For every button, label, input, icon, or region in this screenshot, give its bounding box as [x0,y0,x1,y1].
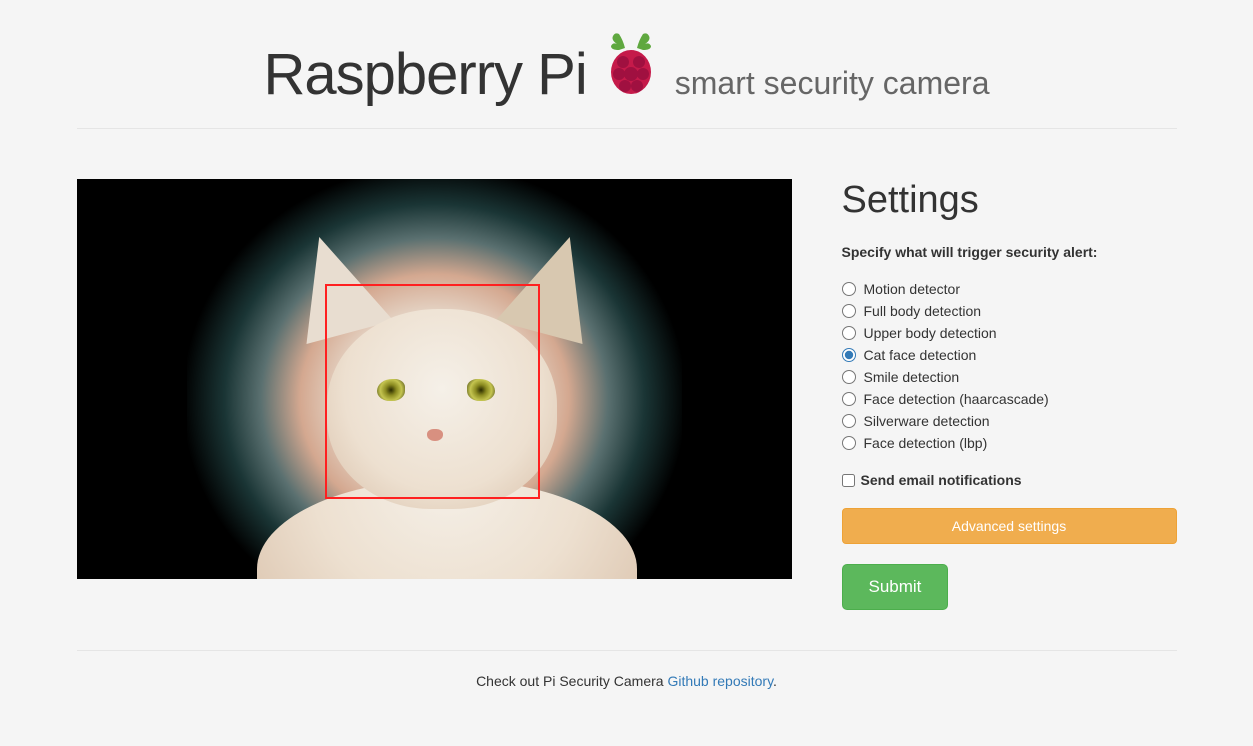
settings-panel: Settings Specify what will trigger secur… [842,179,1177,610]
radio-label: Face detection (haarcascade) [864,391,1049,407]
header-title-main: Raspberry Pi [264,41,587,108]
radio-label: Cat face detection [864,347,977,363]
radio-input[interactable] [842,436,856,450]
submit-button[interactable]: Submit [842,564,949,610]
footer-text-before: Check out Pi Security Camera [476,673,667,689]
radio-label: Full body detection [864,303,982,319]
radio-label: Motion detector [864,281,961,297]
radio-label: Upper body detection [864,325,997,341]
page-footer: Check out Pi Security Camera Github repo… [77,651,1177,711]
raspberry-pi-logo-icon [605,30,657,99]
radio-input[interactable] [842,392,856,406]
radio-input[interactable] [842,326,856,340]
radio-label: Silverware detection [864,413,990,429]
checkbox-label: Send email notifications [861,472,1022,488]
checkbox-input[interactable] [842,474,855,487]
radio-cat-face-detection[interactable]: Cat face detection [842,344,1177,366]
radio-input[interactable] [842,348,856,362]
radio-silverware-detection[interactable]: Silverware detection [842,410,1177,432]
radio-label: Face detection (lbp) [864,435,988,451]
page-header: Raspberry Pi smart security camera [77,20,1177,129]
radio-face-detection-lbp[interactable]: Face detection (lbp) [842,432,1177,454]
camera-feed [77,179,792,579]
header-title-sub: smart security camera [675,65,990,102]
radio-input[interactable] [842,282,856,296]
settings-title: Settings [842,179,1177,222]
email-notifications-checkbox[interactable]: Send email notifications [842,472,1177,488]
radio-upper-body-detection[interactable]: Upper body detection [842,322,1177,344]
radio-label: Smile detection [864,369,960,385]
video-pane [77,179,792,610]
detection-rectangle [325,284,540,499]
radio-input[interactable] [842,414,856,428]
radio-smile-detection[interactable]: Smile detection [842,366,1177,388]
radio-face-detection-haarcascade[interactable]: Face detection (haarcascade) [842,388,1177,410]
radio-full-body-detection[interactable]: Full body detection [842,300,1177,322]
advanced-settings-button[interactable]: Advanced settings [842,508,1177,544]
radio-motion-detector[interactable]: Motion detector [842,278,1177,300]
settings-prompt: Specify what will trigger security alert… [842,244,1177,260]
footer-text-after: . [773,673,777,689]
radio-input[interactable] [842,304,856,318]
github-repository-link[interactable]: Github repository [667,673,773,689]
radio-input[interactable] [842,370,856,384]
trigger-radio-group: Motion detector Full body detection Uppe… [842,278,1177,454]
